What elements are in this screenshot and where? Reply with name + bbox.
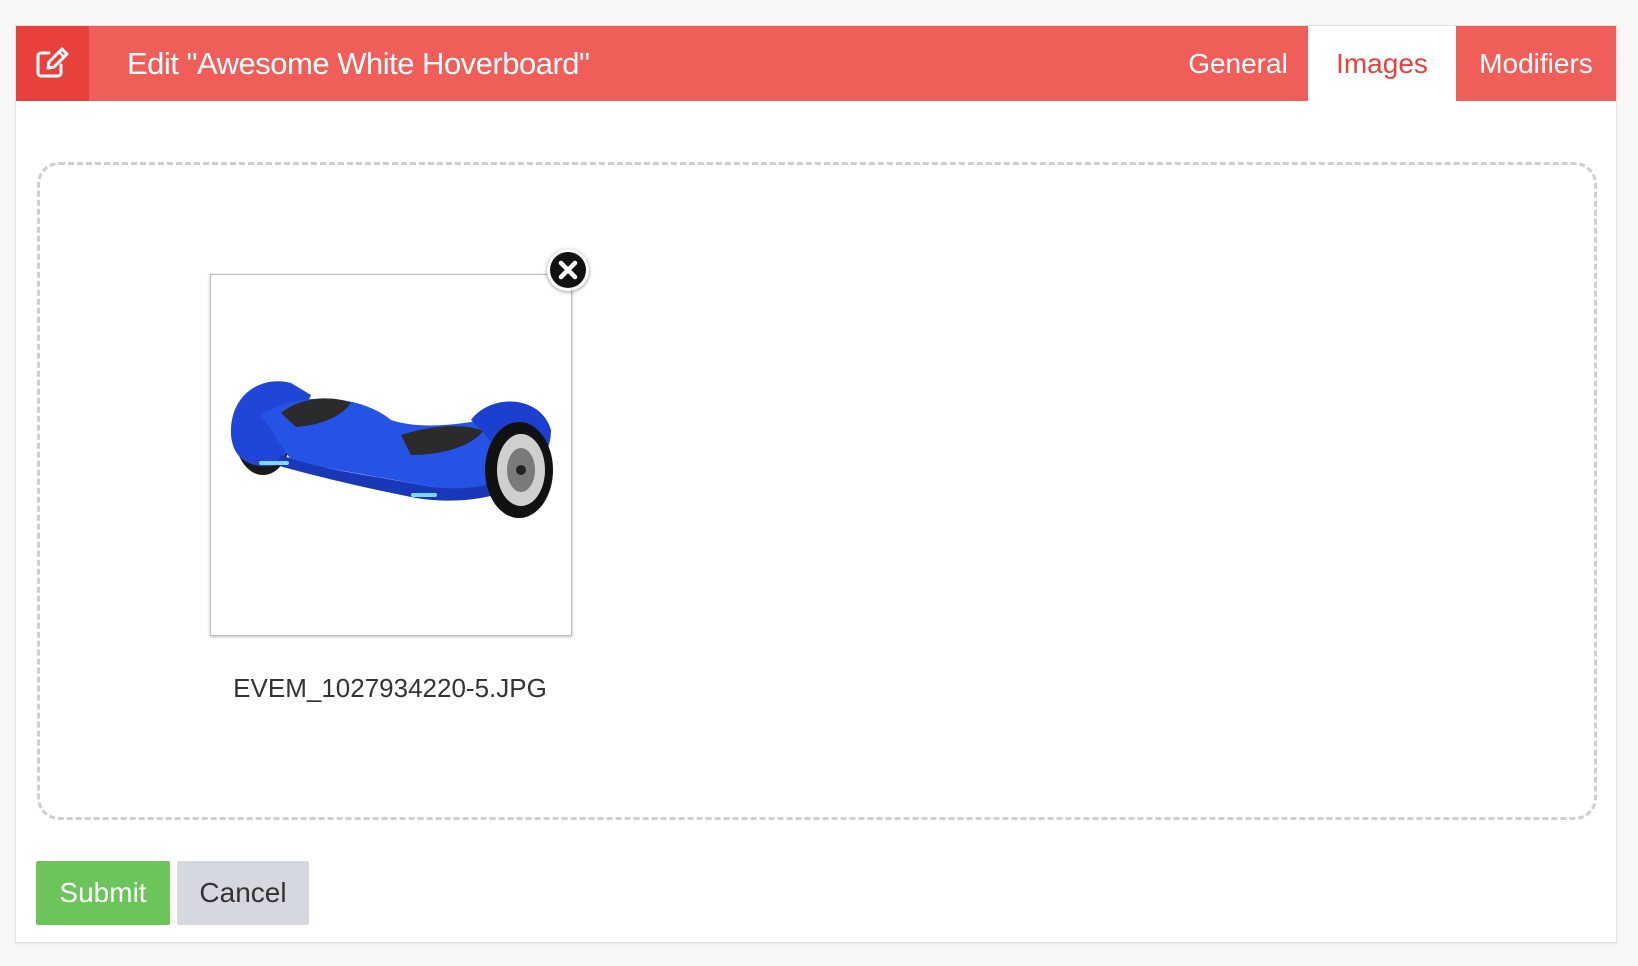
tab-images[interactable]: Images — [1308, 26, 1456, 101]
image-dropzone[interactable]: EVEM_1027934220-5.JPG — [37, 162, 1597, 820]
submit-button[interactable]: Submit — [36, 861, 170, 925]
cancel-button[interactable]: Cancel — [177, 861, 309, 925]
image-thumbnail[interactable] — [210, 274, 572, 636]
tab-general[interactable]: General — [1168, 26, 1308, 101]
hoverboard-image — [230, 381, 553, 518]
image-filename: EVEM_1027934220-5.JPG — [233, 673, 547, 703]
tab-modifiers[interactable]: Modifiers — [1456, 26, 1616, 101]
remove-image-button[interactable] — [547, 249, 589, 291]
edit-icon — [16, 26, 89, 101]
panel-header: Edit "Awesome White Hoverboard" General … — [16, 26, 1616, 101]
page-title: Edit "Awesome White Hoverboard" — [127, 46, 590, 81]
close-circle-icon — [550, 252, 586, 288]
edit-product-panel: Edit "Awesome White Hoverboard" General … — [15, 25, 1617, 943]
